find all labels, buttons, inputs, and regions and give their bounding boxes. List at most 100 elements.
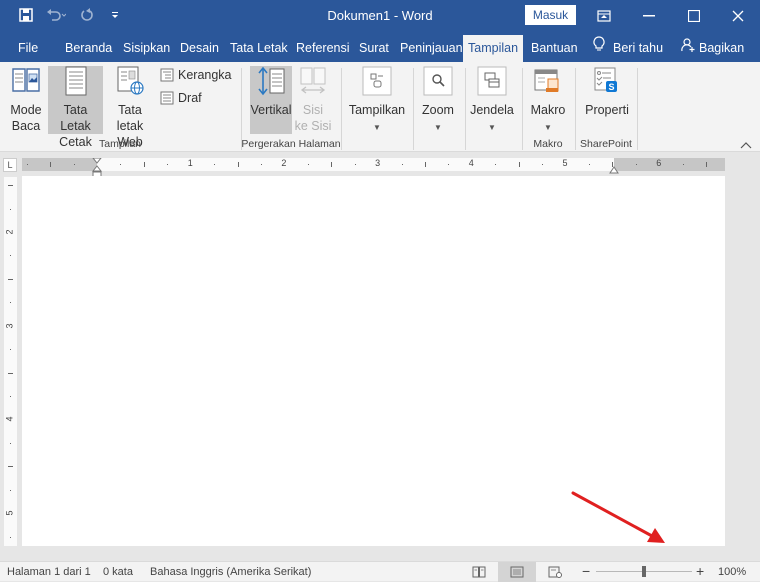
ruler-tick [331,162,333,167]
ruler-tick [448,164,450,165]
lightbulb-icon [593,35,605,62]
makro-button-label: Makro [530,103,566,117]
tab-peninjauan[interactable]: Peninjauan [395,35,468,62]
undo-icon[interactable] [44,6,68,24]
ruler-tick [10,442,11,444]
ruler-tick [401,164,403,165]
page-count[interactable]: Halaman 1 dari 1 [7,566,91,578]
tab-selector[interactable]: L [3,158,17,172]
close-icon[interactable] [716,0,760,31]
tab-desain[interactable]: Desain [175,35,224,62]
word-count[interactable]: 0 kata [103,566,133,578]
collapse-ribbon-icon[interactable] [740,138,754,149]
ruler-label: 2 [4,229,15,235]
tata-letak-web-button[interactable]: Tata letak Web [104,66,156,149]
zoom-slider[interactable] [596,566,692,577]
ruler-tick [682,164,684,165]
ruler-tick [10,208,11,210]
web-layout-view-button[interactable] [536,562,574,582]
ruler-tick [706,162,708,167]
vertikal-button[interactable]: Vertikal [250,66,292,134]
tab-tampilan[interactable]: Tampilan [463,35,524,62]
ruler-label: 5 [562,158,568,168]
tata-letak-cetak-button[interactable]: Tata Letak Cetak [48,66,103,149]
svg-text:S: S [608,82,614,92]
ruler-tick [26,164,28,165]
mode-baca-button[interactable]: Mode Baca [6,66,46,134]
show-icon [362,66,392,96]
ruler-tick [424,162,426,167]
properti-button[interactable]: S Properti [581,66,633,134]
chevron-down-icon: ▼ [434,123,442,132]
maximize-icon[interactable] [672,0,716,31]
title-bar: Dokumen1 - Word Masuk [0,0,760,31]
horizontal-ruler[interactable]: 1 2 3 4 5 6 [22,157,725,179]
zoom-out-button[interactable]: − [582,563,590,579]
vertikal-label: Vertikal [250,103,292,117]
tab-tata-letak[interactable]: Tata Letak [225,35,293,62]
tab-file[interactable]: File [13,35,43,62]
jendela-dropdown[interactable]: Jendela ▼ [469,66,515,134]
zoom-slider-thumb[interactable] [642,566,646,577]
ruler-label: 3 [375,158,381,168]
ruler-tick [260,164,262,165]
ruler-tick [10,489,11,491]
chevron-down-icon: ▼ [488,123,496,132]
save-icon[interactable] [17,6,35,24]
status-bar: Halaman 1 dari 1 0 kata Bahasa Inggris (… [0,561,760,582]
group-separator [341,68,342,150]
ruler-tick [588,164,590,165]
ruler-tick [307,164,309,165]
tab-surat[interactable]: Surat [354,35,394,62]
mode-baca-label-2: Baca [11,119,41,133]
tab-sisipkan[interactable]: Sisipkan [118,35,175,62]
print-layout-view-button[interactable] [498,562,536,582]
ruler-tick [8,466,13,468]
tata-letak-web-label-1: Tata letak [116,103,144,133]
ruler-tick [518,162,520,167]
ruler-tick [10,395,11,397]
vertical-ruler[interactable]: 2 3 4 5 [4,177,17,546]
minimize-icon[interactable] [627,0,671,31]
group-label-makro: Makro [533,138,563,150]
language[interactable]: Bahasa Inggris (Amerika Serikat) [150,566,311,578]
tata-letak-cetak-label-1: Tata Letak [60,103,91,133]
chevron-down-icon: ▼ [373,123,381,132]
tell-me-search[interactable]: Beri tahu [588,35,668,62]
ruler-tick [73,164,75,165]
zoom-dropdown[interactable]: Zoom ▼ [418,66,458,134]
makro-dropdown[interactable]: Makro ▼ [527,66,569,134]
ruler-tick [354,164,356,165]
ruler-label: 6 [656,158,662,168]
sisi-ke-sisi-button[interactable]: Sisi ke Sisi [294,66,332,134]
kerangka-button[interactable]: Kerangka [160,68,232,82]
magnifier-icon [423,66,453,96]
tampilkan-dropdown[interactable]: Tampilkan ▼ [346,66,408,134]
ruler-label: 4 [468,158,474,168]
ribbon-display-options-icon[interactable] [582,0,626,31]
tab-beranda[interactable]: Beranda [60,35,117,62]
draf-button[interactable]: Draf [160,91,202,105]
ruler-tick [8,372,13,374]
read-mode-view-button[interactable] [460,562,498,582]
ruler-tick [237,162,239,167]
customize-quick-access-icon[interactable] [108,6,122,24]
tab-bantuan[interactable]: Bantuan [526,35,583,62]
tell-me-label: Beri tahu [613,41,664,55]
draf-label: Draf [178,91,202,105]
share-button[interactable]: Bagikan [676,35,749,62]
zoom-in-button[interactable]: + [696,563,704,579]
print-layout-icon [510,566,524,578]
zoom-level[interactable]: 100% [718,566,746,578]
group-label-tampilan: Tampilan [98,138,142,150]
ruler-tick [50,162,52,167]
group-label-pergerakan-halaman: Pergerakan Halaman [241,138,341,150]
ruler-tick [8,278,13,280]
sign-in-button[interactable]: Masuk [525,5,576,25]
print-layout-icon [65,66,86,96]
ruler-tick [167,164,169,165]
redo-icon[interactable] [78,6,96,24]
ruler-tick [10,349,11,351]
tab-referensi[interactable]: Referensi [291,35,355,62]
ruler-tick [143,162,145,167]
